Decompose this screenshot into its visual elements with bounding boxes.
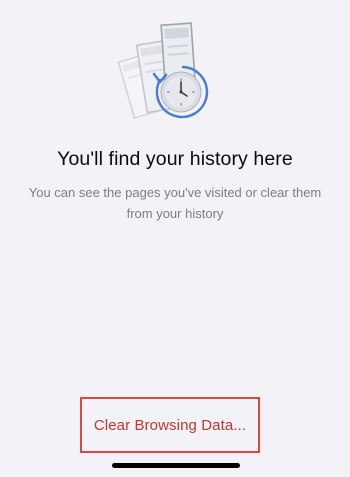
empty-state-description: You can see the pages you've visited or … — [28, 185, 322, 221]
empty-state-title: You'll find your history here — [57, 148, 293, 170]
clear-browsing-data-label: Clear Browsing Data... — [93, 416, 247, 434]
history-illustration-icon — [112, 16, 238, 128]
clear-browsing-data-button[interactable]: Clear Browsing Data... — [80, 397, 260, 453]
home-indicator[interactable] — [112, 463, 240, 468]
